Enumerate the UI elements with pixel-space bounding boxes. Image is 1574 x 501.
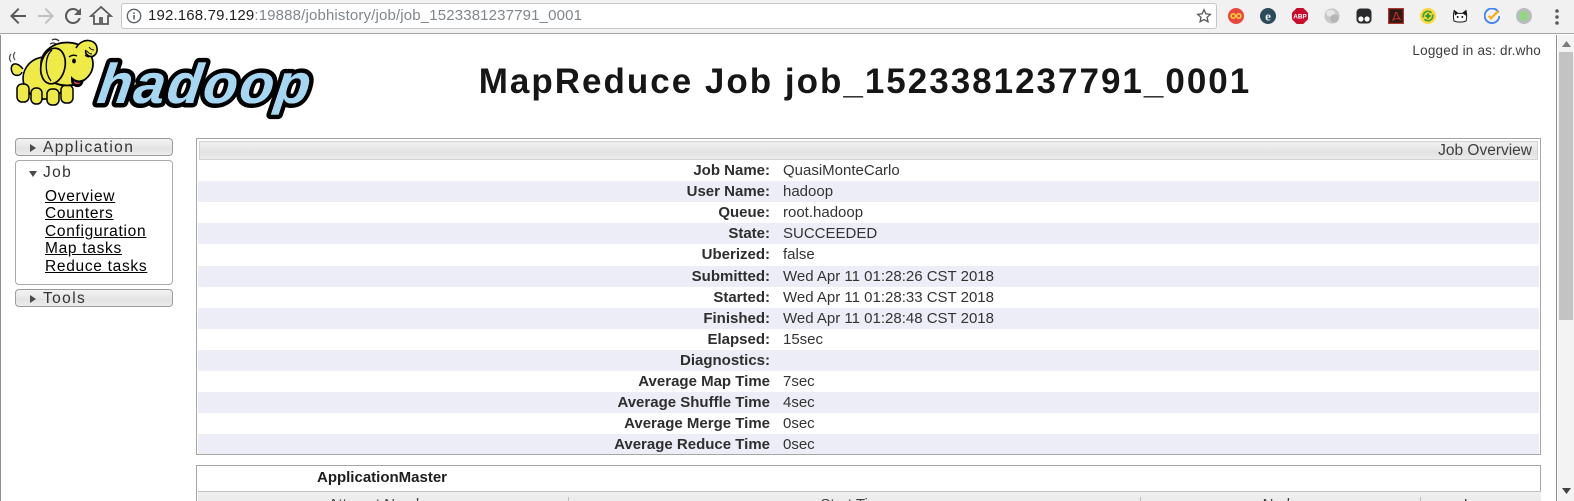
svg-text:e: e xyxy=(1265,8,1271,23)
svg-text:hadoop: hadoop xyxy=(94,52,317,115)
svg-text:ABP: ABP xyxy=(1293,14,1307,21)
